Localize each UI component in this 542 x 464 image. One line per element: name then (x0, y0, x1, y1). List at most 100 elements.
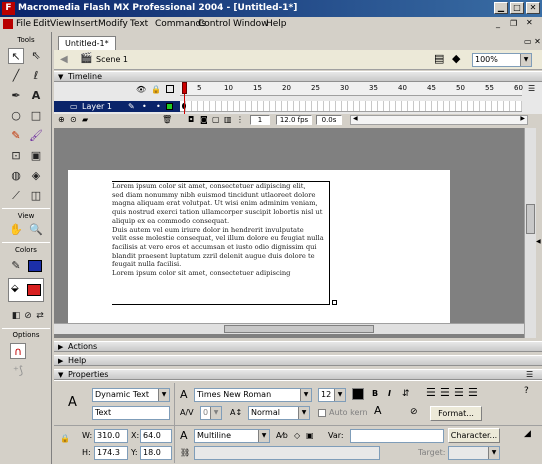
help-panel-header[interactable]: ▶ Help (54, 355, 542, 366)
show-hide-all-icon[interactable]: 👁 (136, 85, 146, 94)
subselect-tool-icon[interactable]: ⇖ (28, 48, 44, 64)
lasso-tool-icon[interactable]: ℓ (28, 68, 44, 84)
add-layer-icon[interactable]: ⊕ (58, 114, 65, 126)
close-button[interactable]: ✕ (526, 2, 540, 14)
vscroll-thumb[interactable] (526, 204, 535, 234)
pencil-tool-icon[interactable]: ✎ (8, 128, 24, 144)
target-select[interactable]: ▼ (448, 446, 500, 460)
arrow-tool-icon[interactable]: ↖ (8, 48, 24, 64)
stroke-color-swatch[interactable] (28, 260, 42, 272)
menu-modify[interactable]: Modify (98, 18, 128, 31)
menu-insert[interactable]: Insert (72, 18, 98, 31)
menu-text[interactable]: Text (130, 18, 148, 31)
text-style-icon[interactable]: A (374, 405, 382, 417)
stage-hscrollbar[interactable] (54, 323, 524, 334)
eraser-tool-icon[interactable]: ◫ (28, 188, 44, 204)
help-circle-icon[interactable]: ? (524, 385, 529, 397)
text-direction-icon[interactable]: ⇵ (402, 388, 410, 400)
expand-panel-icon[interactable]: ◢ (524, 428, 531, 440)
scroll-right-icon[interactable]: ▶ (520, 115, 525, 122)
font-size-select[interactable]: 12 ▼ (318, 388, 346, 402)
outline-all-icon[interactable] (166, 85, 174, 93)
free-transform-tool-icon[interactable]: ⊡ (8, 148, 24, 164)
ink-bottle-tool-icon[interactable]: ◍ (8, 168, 24, 184)
lock-icon[interactable]: 🔒 (60, 433, 70, 445)
y-field[interactable]: 18.0 (140, 446, 172, 460)
menu-control[interactable]: Control (198, 18, 231, 31)
menu-view[interactable]: View (50, 18, 71, 31)
visible-dot-icon[interactable]: • (142, 101, 147, 112)
center-frame-icon[interactable]: ◘ (188, 114, 194, 126)
doc-restore-button[interactable]: ❐ (510, 19, 517, 28)
hscroll-thumb[interactable] (224, 325, 374, 333)
frame-rate-field[interactable]: 12.0 fps (276, 115, 312, 125)
menu-file[interactable]: File (16, 18, 31, 31)
oval-tool-icon[interactable]: ○ (8, 108, 24, 124)
italic-button[interactable]: I (388, 388, 391, 400)
character-button[interactable]: Character... (448, 428, 500, 443)
width-field[interactable]: 310.0 (94, 429, 128, 443)
menu-window[interactable]: Window (233, 18, 269, 31)
url-link-icon[interactable]: ⊘ (410, 406, 418, 418)
lock-all-icon[interactable]: 🔒 (151, 85, 161, 94)
panel-menu-icon[interactable]: ☰ (526, 370, 533, 380)
fill-transform-tool-icon[interactable]: ▣ (28, 148, 44, 164)
tracking-select[interactable]: 0 ▼ (200, 406, 222, 420)
align-left-icon[interactable]: ☰ (426, 387, 436, 399)
instance-name-field[interactable]: Text (92, 406, 170, 420)
rendering-select[interactable]: Normal ▼ (248, 406, 310, 420)
brush-tool-icon[interactable]: 🖌 (28, 128, 44, 144)
back-arrow-icon[interactable]: ◀ (60, 54, 68, 65)
auto-kern-checkbox[interactable] (318, 409, 326, 417)
text-color-swatch[interactable] (352, 388, 364, 400)
swap-colors-icon[interactable]: ⇄ (32, 308, 48, 324)
timeline-hscrollbar[interactable]: ◀ ▶ (350, 115, 528, 125)
dock-arrow-icon[interactable]: ◀ (536, 238, 541, 245)
actions-panel-header[interactable]: ▶ Actions (54, 341, 542, 352)
stage[interactable]: Lorem ipsum color sit amet, consectetuer… (68, 170, 450, 323)
edit-scene-icon[interactable]: ▤ (434, 52, 444, 65)
x-field[interactable]: 64.0 (140, 429, 172, 443)
timeline-menu-icon[interactable]: ☰ (528, 84, 535, 93)
layer-frames[interactable] (180, 101, 522, 112)
dynamic-text-field[interactable]: Lorem ipsum color sit amet, consectetuer… (112, 181, 330, 305)
show-border-icon[interactable]: ▣ (306, 430, 314, 442)
height-field[interactable]: 174.3 (94, 446, 128, 460)
timeline-header[interactable]: ▼ Timeline (54, 71, 542, 82)
text-type-select[interactable]: Dynamic Text ▼ (92, 388, 170, 402)
scroll-left-icon[interactable]: ◀ (353, 115, 358, 122)
align-right-icon[interactable]: ☰ (454, 387, 464, 399)
menu-help[interactable]: Help (266, 18, 287, 31)
eyedropper-tool-icon[interactable]: ⟋ (8, 188, 24, 204)
add-folder-icon[interactable]: ▰ (82, 114, 88, 126)
scene-name[interactable]: Scene 1 (96, 55, 128, 64)
edit-symbols-icon[interactable]: ◆ (452, 52, 460, 65)
hand-tool-icon[interactable]: ✋ (8, 222, 24, 238)
doc-minimize-button[interactable]: _ (496, 19, 500, 28)
doc-close-button[interactable]: ✕ (526, 18, 533, 27)
align-center-icon[interactable]: ☰ (440, 387, 450, 399)
onion-markers-icon[interactable]: ⋮ (236, 114, 244, 126)
zoom-select[interactable]: 100% ▼ (472, 53, 532, 67)
pen-tool-icon[interactable]: ✒ (8, 88, 24, 104)
paint-bucket-tool-icon[interactable]: ◈ (28, 168, 44, 184)
delete-layer-icon[interactable]: 🗑 (162, 114, 172, 126)
tab-restore-icon[interactable]: ▭ ✕ (524, 37, 541, 46)
stage-vscrollbar[interactable] (524, 128, 536, 338)
render-html-icon[interactable]: ◇ (294, 430, 300, 442)
document-tab[interactable]: Untitled-1* (58, 36, 116, 50)
onion-outline-icon[interactable]: ▢ (212, 114, 220, 126)
smooth-option-icon[interactable]: ⁺⟆ (10, 363, 26, 379)
onion-skin-icon[interactable]: ◙ (200, 114, 208, 126)
fill-color-swatch[interactable] (27, 284, 41, 296)
justify-icon[interactable]: ☰ (468, 387, 478, 399)
format-button[interactable]: Format... (430, 406, 482, 421)
properties-panel-header[interactable]: ▼ Properties ☰ (54, 369, 542, 380)
frame-ruler[interactable]: 5 10 15 20 25 30 35 40 45 50 55 60 (180, 82, 523, 96)
maximize-button[interactable]: □ (510, 2, 524, 14)
outline-color-icon[interactable] (166, 103, 173, 110)
minimize-button[interactable]: ▁ (494, 2, 508, 14)
var-field[interactable] (350, 429, 444, 443)
url-field[interactable] (194, 446, 380, 460)
layer-row[interactable]: ▭ Layer 1 ✎ • • (54, 101, 180, 112)
